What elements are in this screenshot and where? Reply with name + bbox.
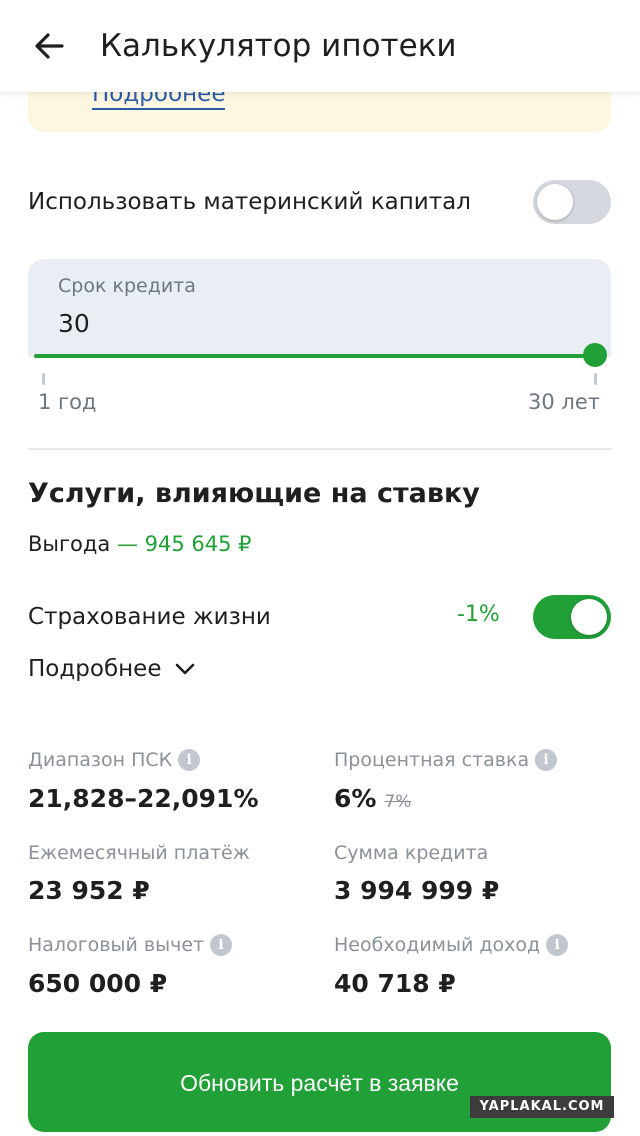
page-title: Калькулятор ипотеки	[100, 28, 457, 64]
benefit-line: Выгода — 945 645 ₽	[28, 532, 252, 556]
slider-max-tick	[594, 373, 597, 385]
interest-rate-value: 6% 7%	[334, 784, 411, 813]
monthly-payment-label: Ежемесячный платёж	[28, 842, 250, 864]
loan-term-value: 30	[58, 309, 90, 338]
interest-rate-label-text: Процентная ставка	[334, 749, 530, 771]
watermark: YAPLAKAL.COM	[470, 1096, 614, 1118]
services-more-label: Подробнее	[28, 656, 162, 682]
back-button[interactable]	[26, 22, 74, 70]
loan-term-slider-track[interactable]	[34, 354, 596, 358]
interest-rate-old: 7%	[384, 792, 412, 812]
slider-min-tick	[42, 373, 45, 385]
maternity-capital-toggle[interactable]	[533, 180, 611, 224]
info-icon[interactable]: i	[535, 749, 558, 771]
section-divider	[28, 448, 611, 450]
psk-range-label: Диапазон ПСК i	[28, 749, 201, 771]
life-insurance-toggle[interactable]	[533, 595, 611, 639]
tax-deduction-label: Налоговый вычет i	[28, 934, 233, 956]
benefit-label: Выгода	[28, 532, 111, 556]
psk-range-label-text: Диапазон ПСК	[28, 749, 173, 771]
loan-term-slider-thumb[interactable]	[583, 343, 607, 367]
maternity-capital-label: Использовать материнский капитал	[28, 189, 471, 215]
info-icon[interactable]: i	[210, 934, 233, 956]
info-icon[interactable]: i	[546, 934, 569, 956]
monthly-payment-value: 23 952 ₽	[28, 876, 150, 905]
loan-amount-label-text: Сумма кредита	[334, 842, 489, 864]
app-header: Калькулятор ипотеки	[0, 0, 640, 92]
psk-range-value: 21,828–22,091%	[28, 784, 259, 813]
chevron-down-icon	[176, 663, 195, 675]
loan-amount-label: Сумма кредита	[334, 842, 488, 864]
required-income-label: Необходимый доход i	[334, 934, 569, 956]
required-income-value: 40 718 ₽	[334, 969, 456, 998]
toggle-knob	[571, 599, 607, 635]
loan-term-min-label: 1 год	[38, 390, 97, 414]
tax-deduction-label-text: Налоговый вычет	[28, 934, 205, 956]
services-more-button[interactable]: Подробнее	[28, 656, 197, 682]
benefit-value: — 945 645 ₽	[116, 532, 252, 556]
monthly-payment-label-text: Ежемесячный платёж	[28, 842, 250, 864]
toggle-knob	[537, 184, 573, 220]
loan-term-field[interactable]: Срок кредита 30	[28, 259, 611, 357]
life-insurance-discount: -1%	[457, 602, 500, 627]
tax-deduction-value: 650 000 ₽	[28, 969, 168, 998]
loan-term-max-label: 30 лет	[528, 390, 600, 414]
required-income-label-text: Необходимый доход	[334, 934, 541, 956]
life-insurance-label: Страхование жизни	[28, 604, 271, 630]
services-title: Услуги, влияющие на ставку	[28, 478, 480, 509]
loan-amount-value: 3 994 999 ₽	[334, 876, 500, 905]
loan-term-label: Срок кредита	[58, 275, 196, 297]
interest-rate-current: 6%	[334, 784, 377, 813]
interest-rate-label: Процентная ставка i	[334, 749, 558, 771]
info-icon[interactable]: i	[178, 749, 201, 771]
arrow-left-icon	[35, 33, 64, 59]
